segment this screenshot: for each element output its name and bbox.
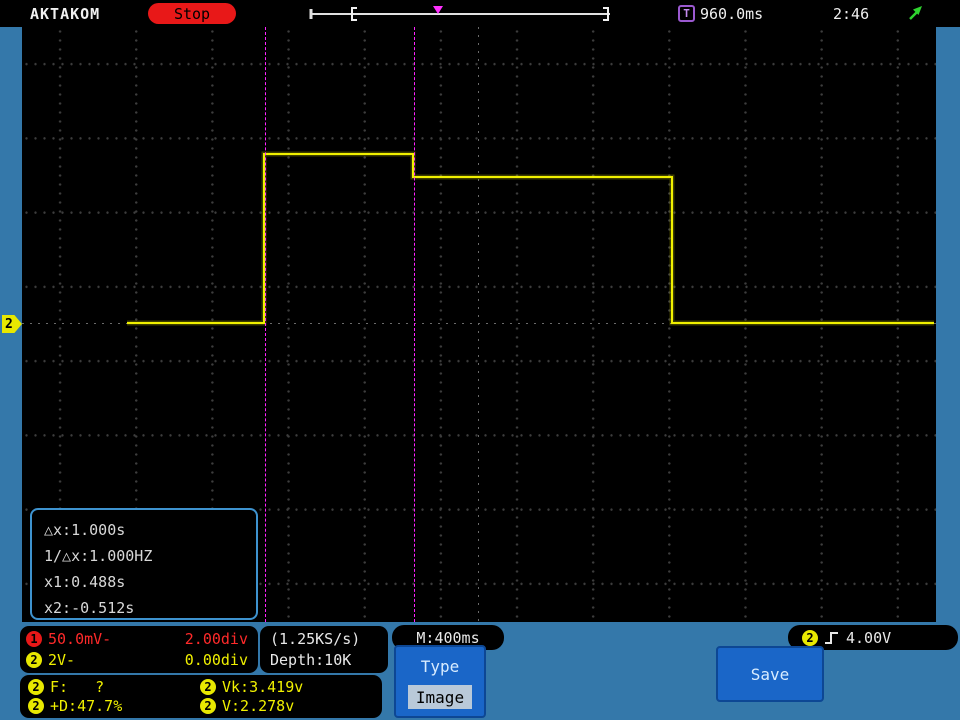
channel2-icon: 2 [26, 651, 42, 668]
rising-edge-icon [825, 631, 838, 644]
channel2-ground-marker[interactable]: 2 [2, 315, 22, 333]
measurement-frequency: 2 F: ? [28, 678, 200, 696]
channel2-offset: 0.00div [184, 650, 248, 669]
measurement-value: F: ? [50, 677, 105, 696]
measurement-value: V:2.278v [222, 697, 295, 716]
channel1-scale: 50.0mV- [48, 630, 112, 649]
type-button-value: Image [408, 685, 472, 709]
acquisition-box: (1.25KS/s) Depth:10K [260, 626, 388, 673]
measurement-value: +D:47.7% [50, 697, 123, 716]
waveform-trace-fuzz [127, 151, 934, 326]
channel1-offset: 2.00div [184, 630, 248, 649]
channel1-settings-row: 1 50.0mV- 2.00div [26, 630, 248, 648]
cursor-delta-x: △x:1.000s [44, 521, 126, 539]
trigger-position-indicator [309, 6, 610, 21]
measurement-vk: 2 Vk:3.419v [200, 678, 374, 696]
trigger-time-pill: T 960.0ms [672, 2, 763, 25]
type-button-label: Type [420, 657, 460, 676]
channel2-icon: 2 [200, 698, 216, 715]
oscilloscope-screen: △x:1.000s 1/△x:1.000HZ x1:0.488s x2:-0.5… [22, 27, 936, 622]
channel2-settings-row: 2 2V- 0.00div [26, 651, 248, 669]
memory-depth: Depth:10K [270, 651, 352, 669]
measurements-box: 2 F: ? 2 Vk:3.419v 2 +D:47.7% 2 V:2.278v [20, 675, 382, 718]
brand-logo: AKTAKOM [30, 5, 101, 23]
save-button[interactable]: Save [716, 646, 824, 702]
channel-settings-box: 1 50.0mV- 2.00div 2 2V- 0.00div [20, 626, 258, 673]
sample-rate: (1.25KS/s) [270, 630, 361, 648]
trigger-level-value: 4.00V [846, 628, 892, 647]
save-button-label: Save [750, 664, 790, 684]
channel2-icon: 2 [200, 678, 216, 695]
type-button[interactable]: Type Image [394, 645, 486, 718]
measurement-voltage: 2 V:2.278v [200, 697, 374, 715]
usb-device-icon [909, 6, 922, 20]
trigger-time-value: 960.0ms [700, 4, 764, 23]
cursor-x2: x2:-0.512s [44, 599, 135, 617]
top-bar: AKTAKOM Stop T 960.0ms 2:46 [0, 0, 960, 27]
measurement-value: Vk:3.419v [222, 677, 304, 696]
run-stop-button[interactable]: Stop [148, 3, 236, 24]
trigger-source-icon: 2 [802, 629, 818, 646]
measurement-duty: 2 +D:47.7% [28, 697, 200, 715]
cursor-line[interactable] [265, 27, 266, 622]
cursor-frequency: 1/△x:1.000HZ [44, 547, 153, 565]
channel1-icon: 1 [26, 631, 42, 648]
cursor-readout-box: △x:1.000s 1/△x:1.000HZ x1:0.488s x2:-0.5… [30, 508, 258, 620]
channel2-scale: 2V- [48, 650, 76, 669]
channel2-icon: 2 [28, 678, 44, 695]
clock: 2:46 [833, 5, 870, 23]
channel2-icon: 2 [28, 698, 44, 715]
cursor-line[interactable] [414, 27, 415, 622]
cursor-x1: x1:0.488s [44, 573, 126, 591]
trigger-time-icon: T [678, 5, 695, 22]
